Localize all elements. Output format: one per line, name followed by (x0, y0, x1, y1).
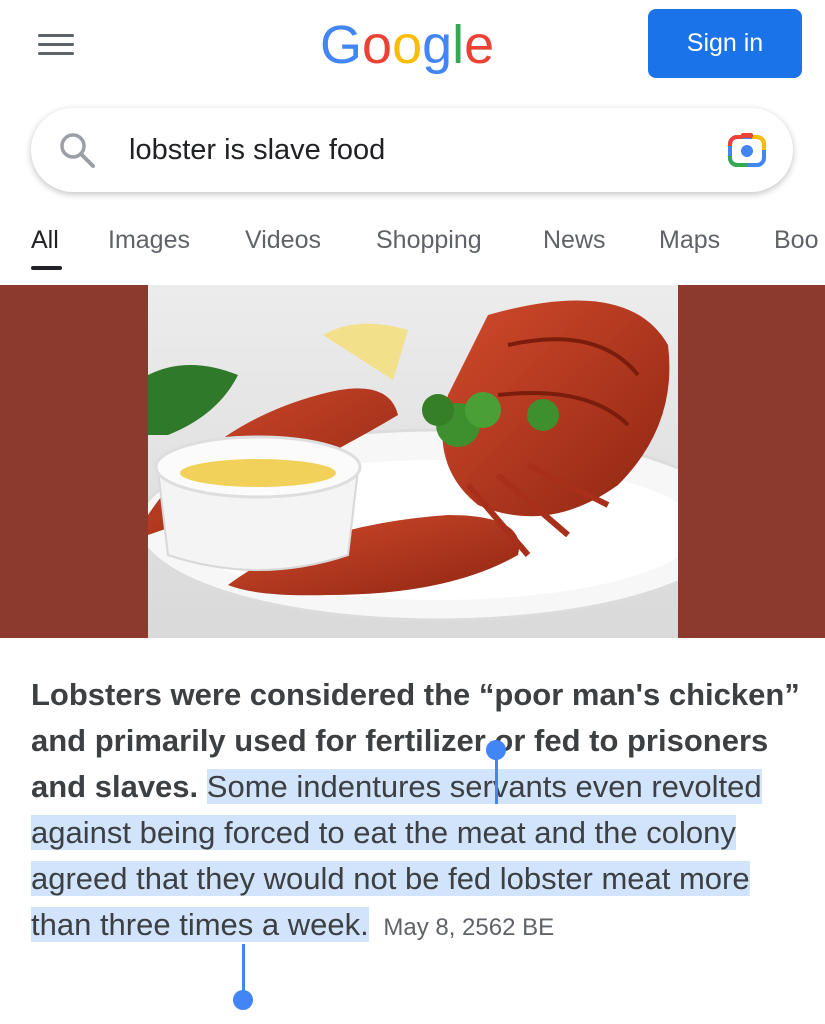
search-icon[interactable] (57, 130, 97, 170)
search-tabs: All Images Videos Shopping News Maps Boo (0, 222, 825, 272)
search-box[interactable] (31, 108, 793, 192)
search-input[interactable] (129, 130, 689, 170)
tab-images[interactable]: Images (108, 226, 190, 255)
google-lens-icon[interactable] (725, 128, 769, 172)
selection-end-handle[interactable] (233, 990, 253, 1010)
snippet-date: May 8, 2562 BE (383, 914, 555, 941)
tab-news[interactable]: News (543, 226, 606, 255)
tab-all[interactable]: All (31, 226, 59, 255)
active-tab-indicator (31, 266, 62, 270)
google-logo[interactable]: Google (320, 6, 505, 86)
hamburger-menu-icon[interactable] (38, 30, 74, 58)
google-search-page: Google Sign in All Images Videos Shoppin… (0, 0, 825, 1024)
tab-books[interactable]: Boo (774, 226, 818, 255)
tab-videos[interactable]: Videos (245, 226, 321, 255)
tab-shopping[interactable]: Shopping (376, 226, 482, 255)
tab-maps[interactable]: Maps (659, 226, 720, 255)
selection-start-handle[interactable] (486, 740, 506, 760)
selection-end-handle-bar[interactable] (242, 944, 245, 992)
sign-in-button[interactable]: Sign in (648, 9, 802, 78)
lobster-plate-image[interactable] (148, 285, 678, 638)
featured-snippet-text: Lobsters were considered the “poor man's… (31, 672, 801, 951)
svg-text:Google: Google (320, 15, 494, 75)
